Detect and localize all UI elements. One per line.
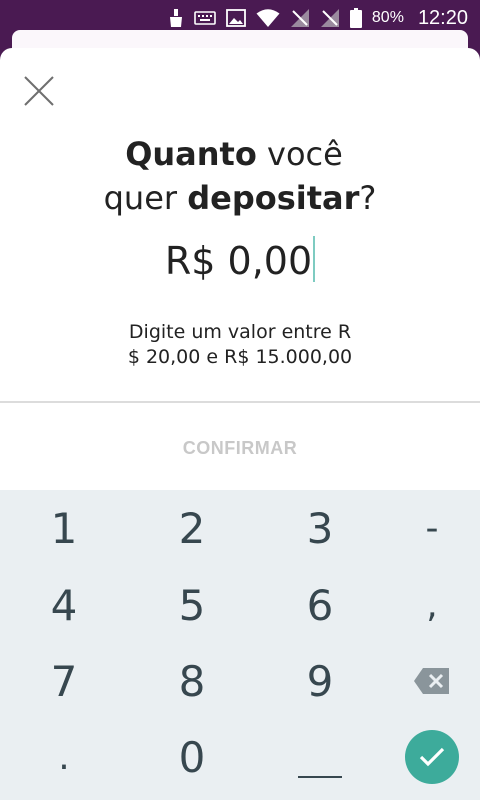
hint-line-1: Digite um valor entre R (128, 321, 352, 343)
amount-value[interactable]: R$ 0,00 (165, 239, 312, 283)
battery-percent: 80% (371, 9, 404, 26)
amount-hint: Digite um valor entre R $ 20,00 e R$ 15.… (80, 320, 400, 370)
key-7[interactable]: 7 (9, 645, 119, 717)
close-icon[interactable] (20, 72, 58, 110)
amount-input[interactable]: R$ 0,00 (0, 236, 480, 283)
backspace-key[interactable] (377, 645, 480, 717)
page-title: Quanto você quer depositar? (0, 132, 480, 220)
title-quanto: Quanto (125, 135, 257, 173)
checkmark-icon (419, 747, 445, 767)
keyboard-icon (194, 10, 216, 26)
confirm-button[interactable]: CONFIRMAR (0, 428, 480, 468)
image-icon (226, 9, 246, 27)
numeric-keypad: 1 2 3 - 4 5 6 , 7 8 9 . 0 (0, 490, 480, 800)
hint-line-2: $ 20,00 e R$ 15.000,00 (127, 346, 353, 368)
text-caret (313, 236, 316, 282)
close-button[interactable] (20, 72, 58, 110)
done-button[interactable] (405, 730, 459, 784)
key-minus[interactable]: - (377, 492, 480, 564)
space-key[interactable] (265, 721, 375, 793)
key-4[interactable]: 4 (9, 569, 119, 641)
key-period[interactable]: . (9, 721, 119, 793)
space-bar-icon (298, 776, 342, 778)
key-9[interactable]: 9 (265, 645, 375, 717)
title-depositar: depositar (187, 179, 360, 217)
divider (0, 401, 480, 403)
backspace-icon[interactable] (413, 667, 451, 695)
clock: 12:20 (417, 6, 468, 29)
cleaner-icon (168, 8, 184, 28)
done-key[interactable] (377, 721, 480, 793)
key-5[interactable]: 5 (137, 569, 247, 641)
no-signal-icon (320, 8, 340, 28)
title-voce: você (256, 135, 343, 173)
key-6[interactable]: 6 (265, 569, 375, 641)
key-8[interactable]: 8 (137, 645, 247, 717)
key-2[interactable]: 2 (137, 492, 247, 564)
key-1[interactable]: 1 (9, 492, 119, 564)
title-question-mark: ? (359, 179, 377, 217)
battery-icon (349, 8, 362, 28)
title-quer: quer (103, 179, 188, 217)
key-3[interactable]: 3 (265, 492, 375, 564)
no-signal-icon (290, 8, 310, 28)
wifi-icon (256, 8, 280, 28)
key-0[interactable]: 0 (137, 721, 247, 793)
key-comma[interactable]: , (377, 569, 480, 641)
